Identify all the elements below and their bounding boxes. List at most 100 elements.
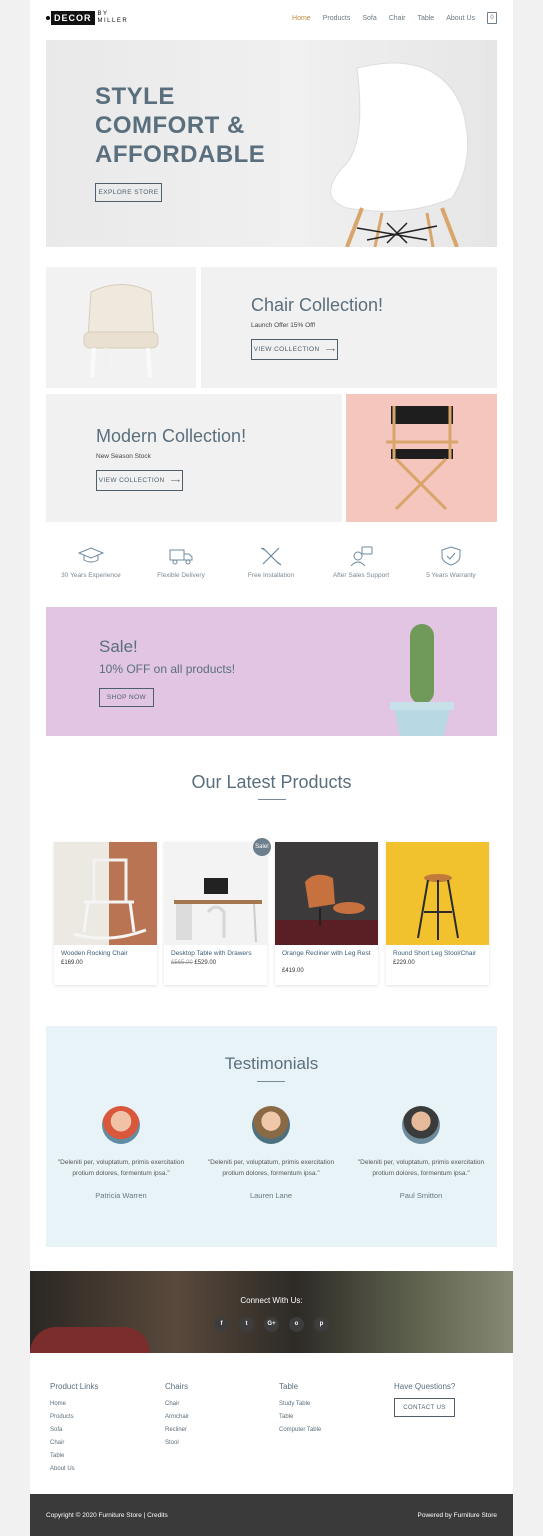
twitter-icon[interactable]: t [239, 1317, 254, 1332]
modern-collection-title: Modern Collection! [96, 426, 247, 446]
hero-title-line1: STYLE [95, 83, 175, 110]
avatar [252, 1106, 290, 1144]
cart-icon[interactable]: 0 [487, 12, 497, 24]
pinterest-icon[interactable]: p [314, 1317, 329, 1332]
armchair-image [46, 267, 196, 388]
footer-link-chair[interactable]: Chair [50, 1437, 98, 1450]
product-name[interactable]: Orange Recliner with Leg Rest [282, 950, 374, 958]
testimonial-quote: "Deleniti per, voluptatum, primis exerci… [207, 1159, 335, 1177]
testimonials-underline [257, 1081, 285, 1082]
footer-product-links: Product Links Home Products Sofa Chair T… [50, 1382, 98, 1476]
site-logo[interactable]: DECOR BY MILLER [46, 10, 128, 26]
product-card[interactable]: Wooden Rocking Chair £169.00 [54, 842, 157, 985]
feature-warranty: 5 Years Warranty [406, 546, 496, 579]
contact-us-button[interactable]: CONTACT US [394, 1398, 455, 1417]
product-name[interactable]: Desktop Table with Drawers [171, 950, 263, 958]
product-price: £529.00 [194, 960, 217, 966]
nav-table[interactable]: Table [417, 15, 434, 22]
product-name[interactable]: Wooden Rocking Chair [61, 950, 153, 958]
hero-banner: STYLE COMFORT & AFFORDABLE EXPLORE STORE [46, 40, 497, 247]
testimonial-item: "Deleniti per, voluptatum, primis exerci… [56, 1106, 186, 1200]
nav-chair[interactable]: Chair [389, 15, 406, 22]
contact-us-label: CONTACT US [403, 1404, 446, 1411]
footer-link-armchair[interactable]: Armchair [165, 1411, 189, 1424]
connect-title: Connect With Us: [240, 1296, 303, 1305]
footer-link-sofa[interactable]: Sofa [50, 1424, 98, 1437]
footer-link-study-table[interactable]: Study Table [279, 1398, 321, 1411]
testimonial-item: "Deleniti per, voluptatum, primis exerci… [206, 1106, 336, 1200]
feature-installation-label: Free Installation [247, 572, 295, 579]
chair-view-collection-button[interactable]: VIEW COLLECTION ⟶ [251, 339, 338, 360]
page: DECOR BY MILLER Home Products Sofa Chair… [30, 0, 513, 1536]
shop-now-button[interactable]: SHOP NOW [99, 688, 154, 707]
footer-link-table[interactable]: Table [50, 1450, 98, 1463]
nav-about-us[interactable]: About Us [446, 15, 475, 22]
explore-store-button[interactable]: EXPLORE STORE [95, 183, 162, 202]
footer-link-chair[interactable]: Chair [165, 1398, 189, 1411]
logo-sub: MILLER [97, 18, 129, 24]
feature-delivery-label: Flexible Delivery [157, 572, 205, 579]
nav-home[interactable]: Home [292, 15, 311, 22]
product-image-rocking-chair[interactable] [54, 842, 157, 945]
testimonial-name: Lauren Lane [249, 1191, 293, 1200]
logo-by: BY [97, 11, 109, 17]
feature-support: After Sales Support [316, 546, 406, 579]
testimonial-name: Paul Smitton [399, 1191, 443, 1200]
footer-link-about[interactable]: About Us [50, 1463, 98, 1476]
feature-experience: 30 Years Experience [46, 546, 136, 579]
director-chair-image [346, 394, 497, 522]
testimonial-quote: "Deleniti per, voluptatum, primis exerci… [357, 1159, 485, 1177]
armchair-illustration [83, 284, 159, 378]
modern-view-collection-button[interactable]: VIEW COLLECTION ⟶ [96, 470, 183, 491]
product-price: £419.00 [282, 968, 304, 974]
footer-link-home[interactable]: Home [50, 1398, 98, 1411]
bottom-bar: Copyright © 2020 Furniture Store | Credi… [30, 1494, 513, 1536]
modern-collection-card: Modern Collection! New Season Stock VIEW… [46, 394, 342, 522]
google-plus-icon[interactable]: G+ [264, 1317, 279, 1332]
product-old-price: £565.00 [171, 960, 193, 966]
hero-title-line2: COMFORT & [95, 112, 245, 139]
cactus-image [390, 624, 454, 736]
testimonials-title: Testimonials [224, 1054, 319, 1073]
logo-side: BY MILLER [98, 11, 129, 25]
instagram-icon[interactable]: o [289, 1317, 304, 1332]
truck-icon [169, 549, 193, 565]
footer-link-recliner[interactable]: Recliner [165, 1424, 189, 1437]
director-chair-illustration [386, 406, 458, 511]
product-card[interactable]: Sale! Desktop Table with Drawers £565.00… [164, 838, 271, 985]
arrow-right-icon: ⟶ [170, 477, 181, 485]
testimonials-section: Testimonials "Deleniti per, voluptatum, … [46, 1026, 497, 1247]
graduation-cap-icon [77, 547, 105, 563]
avatar [402, 1106, 440, 1144]
footer-link-table[interactable]: Table [279, 1411, 321, 1424]
product-image-recliner[interactable] [275, 842, 378, 945]
footer-link-stool[interactable]: Stool [165, 1437, 189, 1450]
product-image-stool[interactable] [386, 842, 489, 945]
shop-now-label: SHOP NOW [106, 694, 147, 701]
product-image-desktop-table[interactable] [164, 842, 267, 945]
feature-experience-label: 30 Years Experience [61, 572, 121, 579]
footer-chairs: Chairs Chair Armchair Recliner Stool [165, 1382, 189, 1450]
product-price: £169.00 [61, 960, 83, 966]
sale-banner: Sale! 10% OFF on all products! SHOP NOW [46, 607, 497, 736]
footer-link-computer-table[interactable]: Computer Table [279, 1424, 321, 1437]
footer-questions: Have Questions? CONTACT US [394, 1382, 455, 1417]
nav-sofa[interactable]: Sofa [362, 15, 376, 22]
connect-section: Connect With Us: f t G+ o p [30, 1271, 513, 1353]
product-name[interactable]: Round Short Leg Stool/Chair [393, 950, 485, 958]
sale-subtitle: 10% OFF on all products! [99, 662, 236, 676]
footer-col-title: Table [279, 1382, 299, 1391]
footer-col-title: Chairs [165, 1382, 189, 1391]
product-price: £229.00 [393, 960, 415, 966]
facebook-icon[interactable]: f [214, 1317, 229, 1332]
testimonial-name: Patricia Warren [95, 1191, 147, 1200]
latest-products-title: Our Latest Products [191, 772, 352, 792]
product-card[interactable]: Round Short Leg Stool/Chair £229.00 [386, 842, 489, 985]
nav-products[interactable]: Products [323, 15, 351, 22]
chair-collection-subtitle: Launch Offer 15% Off! [251, 322, 316, 329]
product-card[interactable]: Orange Recliner with Leg Rest £419.00 [275, 842, 378, 985]
hero-title: STYLE COMFORT & AFFORDABLE [95, 82, 265, 169]
product-price-group: £565.00 £529.00 [171, 960, 216, 966]
powered-by-text: Powered by Furniture Store [417, 1512, 497, 1519]
footer-link-products[interactable]: Products [50, 1411, 98, 1424]
